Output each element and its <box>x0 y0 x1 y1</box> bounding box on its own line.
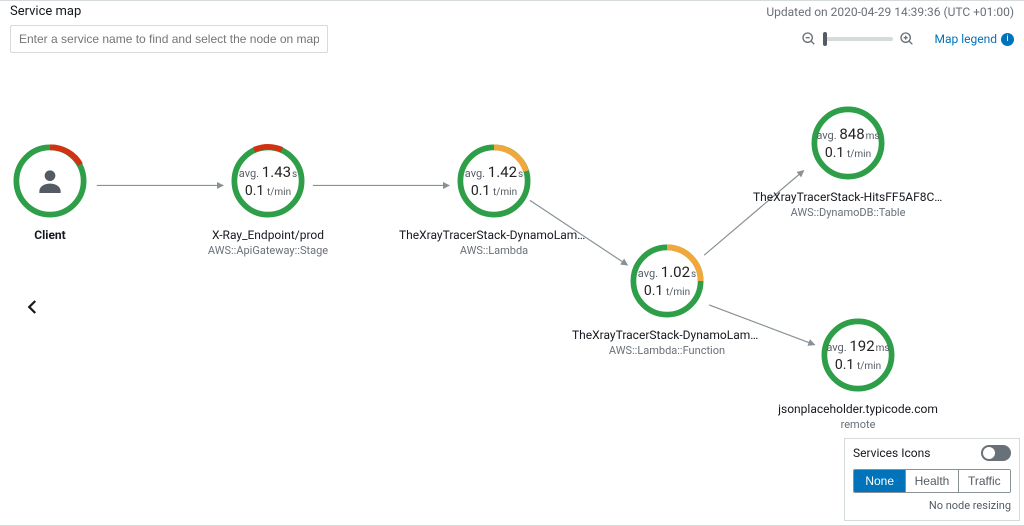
node-lambda-function[interactable]: avg. 1.02s 0.1 t/min TheXrayTracerStack-… <box>562 240 772 357</box>
seg-health[interactable]: Health <box>905 470 957 492</box>
node-sublabel: AWS::Lambda::Function <box>609 344 725 357</box>
node-label: TheXrayTracerStack-DynamoLambd... <box>572 328 762 342</box>
services-icons-label: Services Icons <box>853 446 930 460</box>
collapse-chevron-icon[interactable] <box>24 298 42 316</box>
toolbar: Map legend i <box>0 19 1024 53</box>
resize-panel: Services Icons None Health Traffic No no… <box>844 438 1020 521</box>
service-map-page: { "header": { "title": "Service map", "u… <box>0 0 1024 526</box>
zoom-slider[interactable] <box>823 37 893 41</box>
node-metrics: avg. 1.02s 0.1 t/min <box>626 240 708 322</box>
node-metrics: avg. 848ms 0.1 t/min <box>807 102 889 184</box>
node-label: TheXrayTracerStack-HitsFF5AF8C... <box>753 190 943 204</box>
services-icons-row: Services Icons <box>853 445 1011 461</box>
node-sublabel: AWS::DynamoDB::Table <box>791 206 906 219</box>
header: Service map Updated on 2020-04-29 14:39:… <box>0 1 1024 19</box>
search-container <box>10 25 328 53</box>
updated-timestamp: Updated on 2020-04-29 14:39:36 (UTC +01:… <box>766 5 1014 19</box>
node-sublabel: remote <box>841 418 876 431</box>
node-client[interactable]: Client <box>0 140 135 242</box>
zoom-in-icon[interactable] <box>899 31 915 47</box>
zoom-controls <box>801 31 915 47</box>
info-icon: i <box>1001 33 1014 46</box>
node-remote[interactable]: avg. 192ms 0.1 t/min jsonplaceholder.typ… <box>758 314 958 431</box>
services-icons-toggle[interactable] <box>981 445 1011 461</box>
seg-none[interactable]: None <box>854 470 905 492</box>
node-metrics: avg. 1.43s 0.1 t/min <box>227 140 309 222</box>
map-legend-link[interactable]: Map legend i <box>935 32 1015 46</box>
node-label: X-Ray_Endpoint/prod <box>212 228 324 242</box>
node-sublabel: AWS::ApiGateway::Stage <box>208 244 328 257</box>
search-input[interactable] <box>10 25 328 53</box>
resize-note: No node resizing <box>853 499 1011 512</box>
node-metrics: avg. 1.42s 0.1 t/min <box>453 140 535 222</box>
node-label: TheXrayTracerStack-DynamoLambd... <box>399 228 589 242</box>
map-legend-label: Map legend <box>935 32 998 46</box>
node-metrics: avg. 192ms 0.1 t/min <box>817 314 899 396</box>
client-icon <box>9 140 91 222</box>
resize-segmented: None Health Traffic <box>853 469 1011 493</box>
node-apigw[interactable]: avg. 1.43s 0.1 t/min X-Ray_Endpoint/prod… <box>183 140 353 257</box>
node-label: Client <box>34 228 65 242</box>
node-dynamodb[interactable]: avg. 848ms 0.1 t/min TheXrayTracerStack-… <box>738 102 958 219</box>
node-sublabel: AWS::Lambda <box>460 244 528 257</box>
page-title: Service map <box>10 4 81 19</box>
zoom-out-icon[interactable] <box>801 31 817 47</box>
seg-traffic[interactable]: Traffic <box>958 470 1010 492</box>
node-label: jsonplaceholder.typicode.com <box>778 402 938 416</box>
